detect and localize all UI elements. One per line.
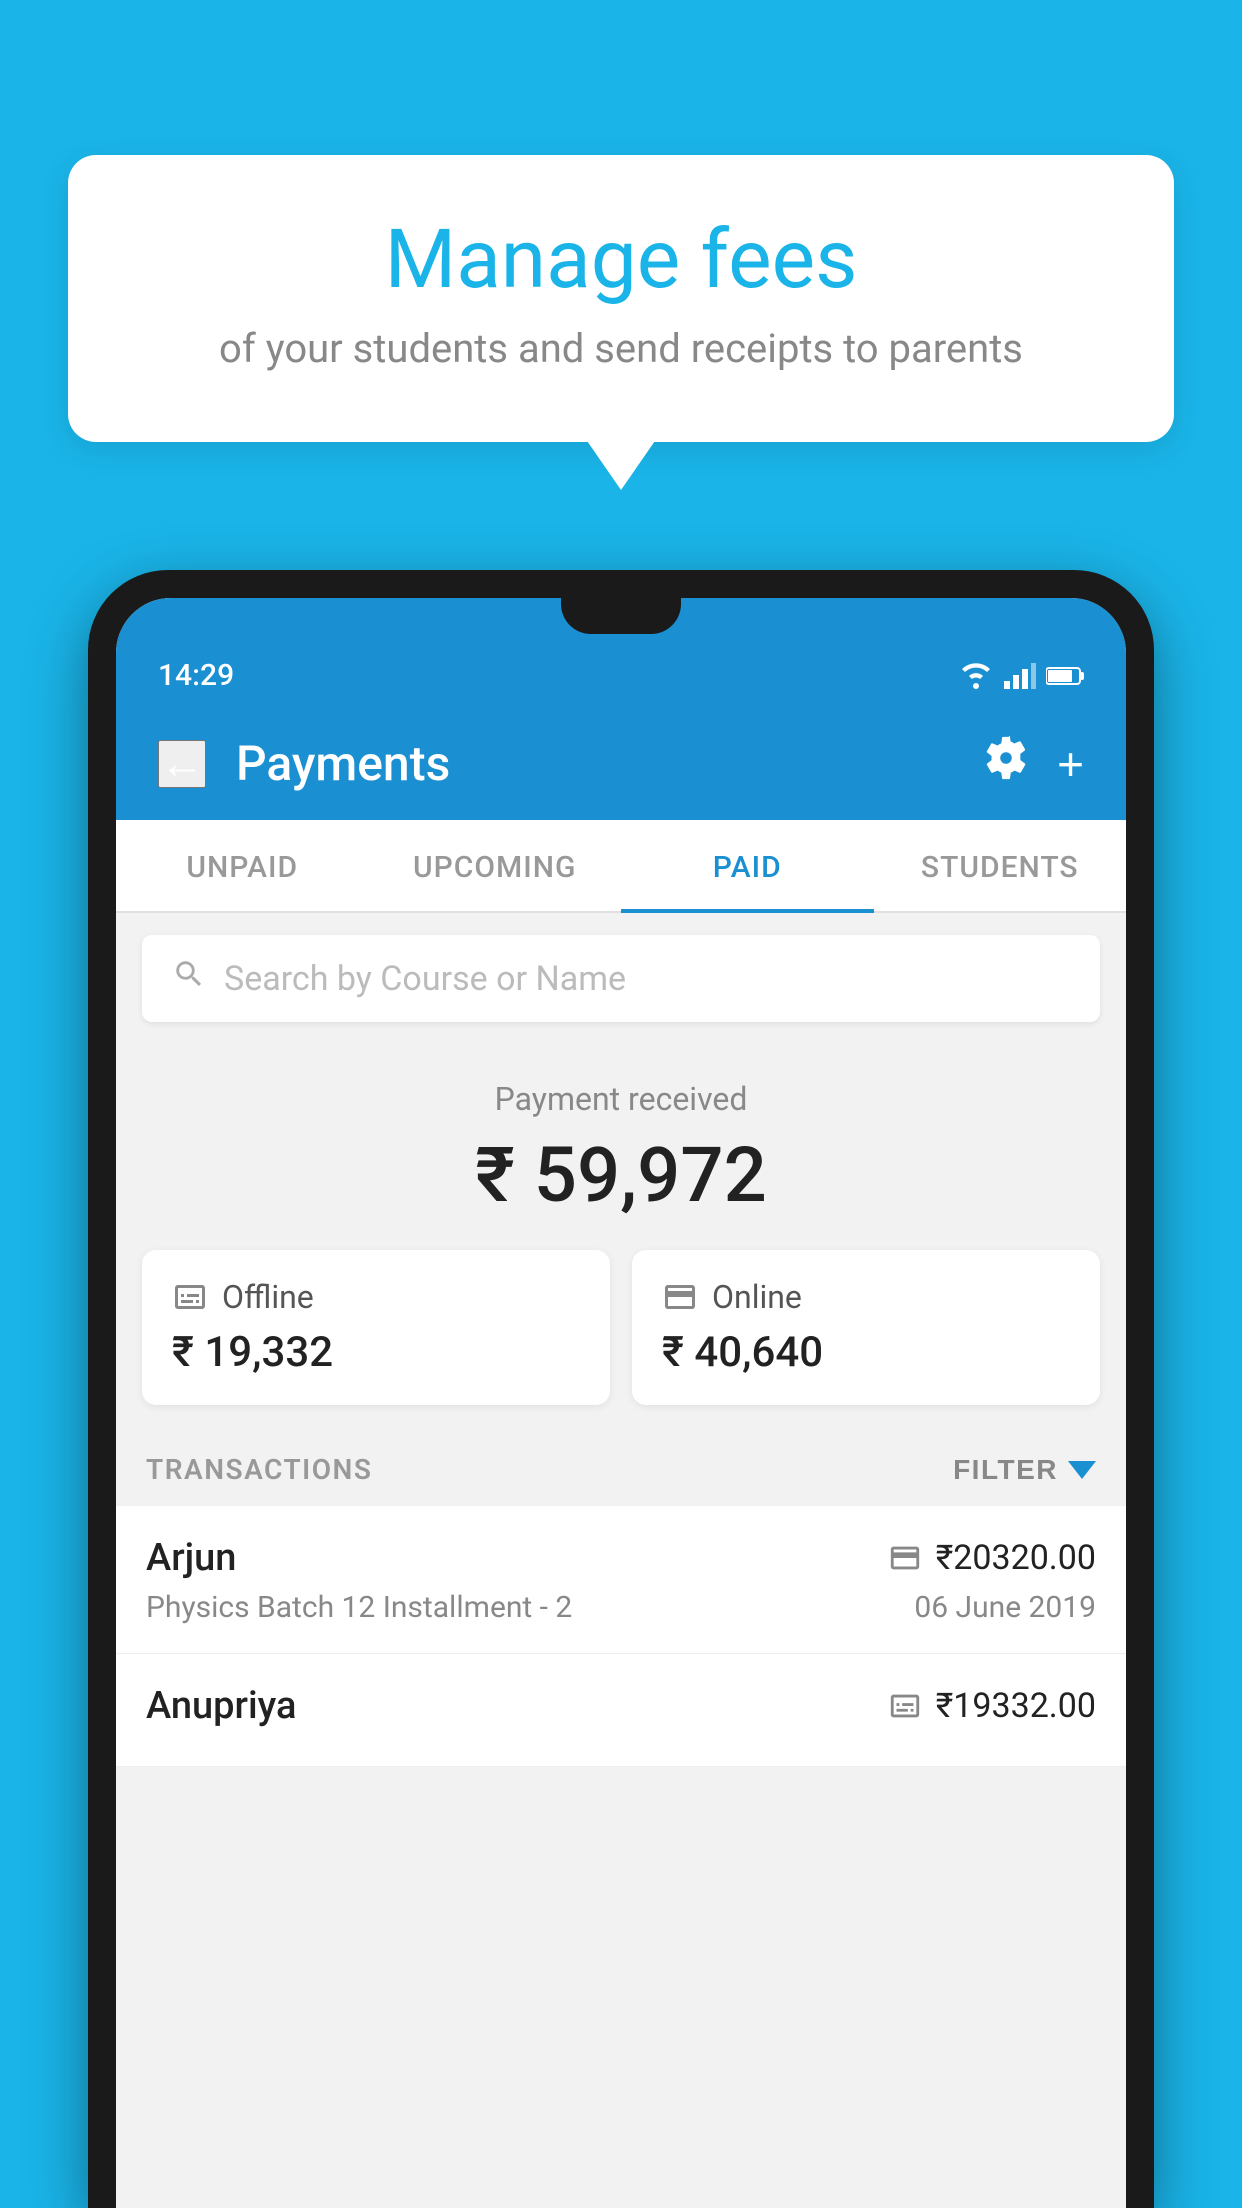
online-card-header: Online bbox=[662, 1278, 1070, 1316]
online-card-amount: ₹ 40,640 bbox=[662, 1328, 1070, 1377]
transaction-name-2: Anupriya bbox=[146, 1684, 296, 1728]
payment-cards-row: Offline ₹ 19,332 Online ₹ 40,640 bbox=[142, 1250, 1100, 1405]
online-icon bbox=[662, 1279, 698, 1315]
transaction-date: 06 June 2019 bbox=[914, 1590, 1096, 1625]
add-button[interactable]: + bbox=[1057, 737, 1084, 791]
tab-upcoming[interactable]: UPCOMING bbox=[369, 820, 622, 911]
offline-card-amount: ₹ 19,332 bbox=[172, 1328, 580, 1377]
transactions-header: TRANSACTIONS FILTER bbox=[116, 1433, 1126, 1506]
payment-received-label: Payment received bbox=[136, 1080, 1106, 1118]
speech-bubble: Manage fees of your students and send re… bbox=[68, 155, 1174, 442]
transaction-amount-2: ₹19332.00 bbox=[936, 1686, 1096, 1726]
speech-bubble-container: Manage fees of your students and send re… bbox=[68, 155, 1174, 442]
transaction-row-top: Arjun ₹20320.00 bbox=[146, 1536, 1096, 1580]
search-placeholder-text: Search by Course or Name bbox=[224, 959, 626, 999]
gear-icon bbox=[983, 735, 1029, 781]
online-payment-card: Online ₹ 40,640 bbox=[632, 1250, 1100, 1405]
transactions-label: TRANSACTIONS bbox=[146, 1453, 372, 1486]
offline-payment-card: Offline ₹ 19,332 bbox=[142, 1250, 610, 1405]
filter-icon bbox=[1068, 1461, 1096, 1479]
settings-button[interactable] bbox=[983, 735, 1029, 792]
wifi-icon bbox=[958, 663, 994, 689]
signal-icon bbox=[1004, 663, 1036, 689]
filter-label: FILTER bbox=[953, 1454, 1058, 1486]
offline-card-header: Offline bbox=[172, 1278, 580, 1316]
search-bar[interactable]: Search by Course or Name bbox=[142, 935, 1100, 1022]
payment-received-section: Payment received ₹ 59,972 bbox=[116, 1044, 1126, 1250]
search-icon bbox=[172, 957, 206, 1000]
back-button[interactable]: ← bbox=[158, 740, 206, 788]
offline-card-type: Offline bbox=[222, 1278, 314, 1316]
tab-paid[interactable]: PAID bbox=[621, 820, 874, 911]
header-icons: + bbox=[983, 735, 1084, 792]
table-row: Anupriya ₹19332.00 bbox=[116, 1654, 1126, 1767]
transaction-amount-wrap: ₹20320.00 bbox=[888, 1538, 1096, 1578]
online-payment-icon bbox=[888, 1541, 922, 1575]
bubble-subtitle: of your students and send receipts to pa… bbox=[148, 325, 1094, 372]
filter-button[interactable]: FILTER bbox=[953, 1454, 1096, 1486]
offline-icon bbox=[172, 1279, 208, 1315]
content-area: Search by Course or Name Payment receive… bbox=[116, 913, 1126, 2208]
status-time: 14:29 bbox=[158, 658, 234, 693]
page-title: Payments bbox=[236, 735, 953, 792]
transaction-details: Physics Batch 12 Installment - 2 06 June… bbox=[146, 1590, 1096, 1625]
phone-screen: 14:29 ← Payments bbox=[116, 598, 1126, 2208]
app-header: ← Payments + bbox=[116, 707, 1126, 820]
transaction-name: Arjun bbox=[146, 1536, 236, 1580]
transaction-amount-wrap-2: ₹19332.00 bbox=[888, 1686, 1096, 1726]
transaction-row-top-2: Anupriya ₹19332.00 bbox=[146, 1684, 1096, 1728]
notch bbox=[561, 598, 681, 634]
phone-mockup: 14:29 ← Payments bbox=[88, 570, 1154, 2208]
offline-payment-icon bbox=[888, 1689, 922, 1723]
online-card-type: Online bbox=[712, 1278, 802, 1316]
transaction-course: Physics Batch 12 Installment - 2 bbox=[146, 1590, 572, 1625]
tab-students[interactable]: STUDENTS bbox=[874, 820, 1127, 911]
table-row: Arjun ₹20320.00 Physics Batch 12 Install… bbox=[116, 1506, 1126, 1654]
notch-area bbox=[116, 598, 1126, 640]
tabs-bar: UNPAID UPCOMING PAID STUDENTS bbox=[116, 820, 1126, 913]
status-bar: 14:29 bbox=[116, 640, 1126, 707]
payment-received-amount: ₹ 59,972 bbox=[136, 1130, 1106, 1220]
transaction-amount: ₹20320.00 bbox=[936, 1538, 1096, 1578]
bubble-title: Manage fees bbox=[148, 215, 1094, 305]
battery-icon bbox=[1046, 665, 1084, 687]
tab-unpaid[interactable]: UNPAID bbox=[116, 820, 369, 911]
status-icons bbox=[958, 663, 1084, 689]
